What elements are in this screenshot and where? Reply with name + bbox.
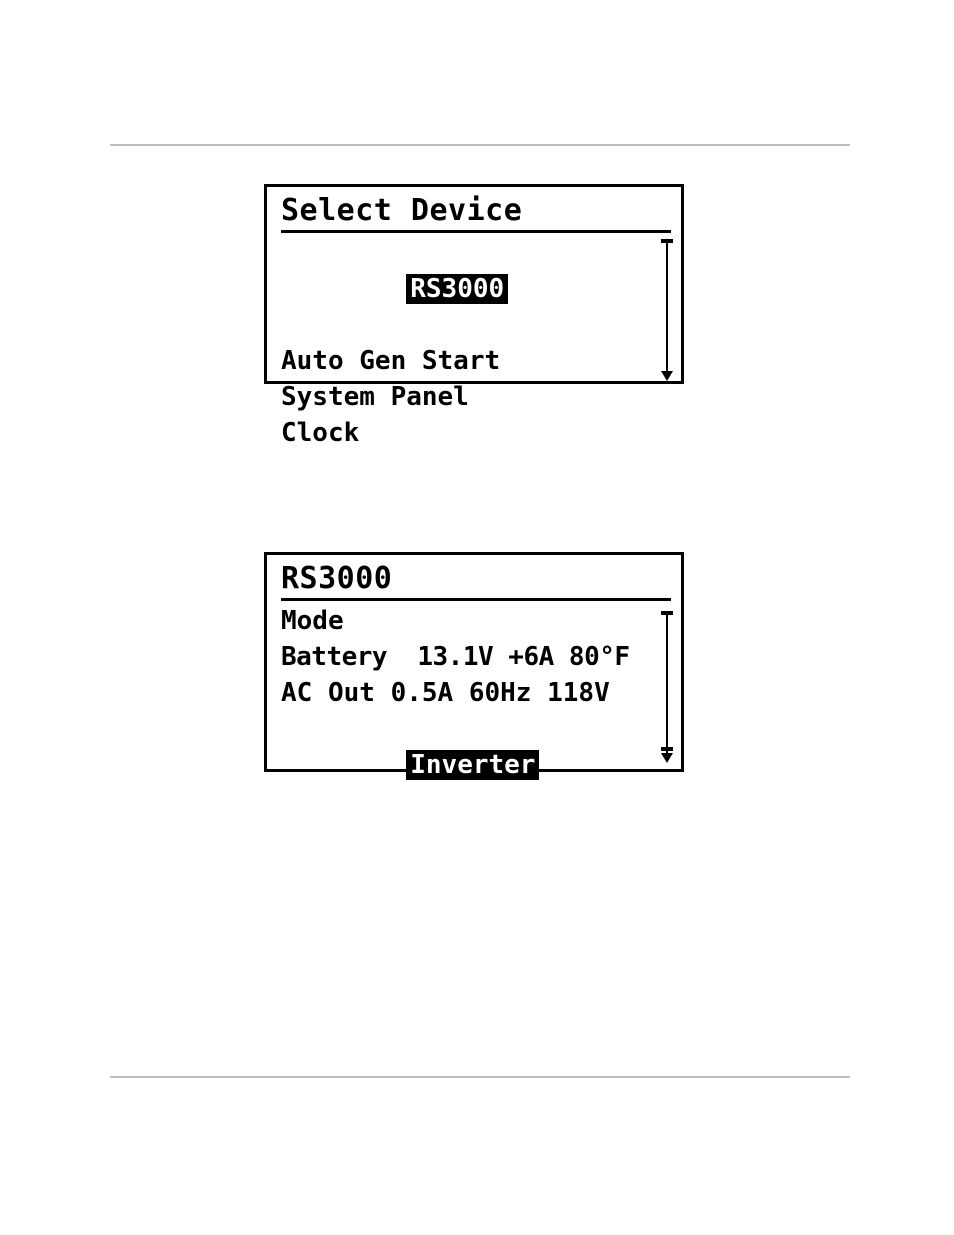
menu-item-clock[interactable]: Clock bbox=[281, 415, 671, 451]
panel-title: RS3000 bbox=[281, 561, 671, 601]
scrollbar[interactable] bbox=[661, 231, 673, 381]
menu-item-auto-gen-start[interactable]: Auto Gen Start bbox=[281, 343, 671, 379]
menu-item-rs3000[interactable]: RS3000 bbox=[281, 235, 671, 343]
row-battery: Battery 13.1V +6A 80°F bbox=[281, 639, 671, 675]
scrollbar-thumb[interactable] bbox=[661, 747, 673, 751]
scrollbar-track bbox=[666, 239, 668, 373]
row-mode[interactable]: Mode bbox=[281, 603, 671, 639]
lcd-inner: Select Device RS3000 Auto Gen Start Syst… bbox=[281, 193, 671, 375]
bottom-rule bbox=[110, 1076, 850, 1078]
row-inverter[interactable]: Inverter bbox=[281, 711, 671, 819]
row-ac-out: AC Out 0.5A 60Hz 118V bbox=[281, 675, 671, 711]
lcd-inner: RS3000 Mode Battery 13.1V +6A 80°F AC Ou… bbox=[281, 561, 671, 763]
chevron-down-icon[interactable] bbox=[661, 371, 673, 381]
page: Select Device RS3000 Auto Gen Start Syst… bbox=[0, 0, 954, 1235]
top-rule bbox=[110, 144, 850, 146]
panel-title: Select Device bbox=[281, 193, 671, 233]
scrollbar-thumb[interactable] bbox=[661, 239, 673, 243]
lcd-rs3000-status: RS3000 Mode Battery 13.1V +6A 80°F AC Ou… bbox=[264, 552, 684, 772]
chevron-down-icon[interactable] bbox=[661, 753, 673, 763]
menu-item-system-panel[interactable]: System Panel bbox=[281, 379, 671, 415]
scrollbar-track bbox=[666, 611, 668, 755]
scrollbar[interactable] bbox=[661, 603, 673, 763]
scrollbar-tick-top bbox=[661, 611, 673, 615]
row-inverter-label: Inverter bbox=[406, 750, 539, 780]
lcd-select-device: Select Device RS3000 Auto Gen Start Syst… bbox=[264, 184, 684, 384]
menu-item-label: RS3000 bbox=[406, 274, 508, 304]
